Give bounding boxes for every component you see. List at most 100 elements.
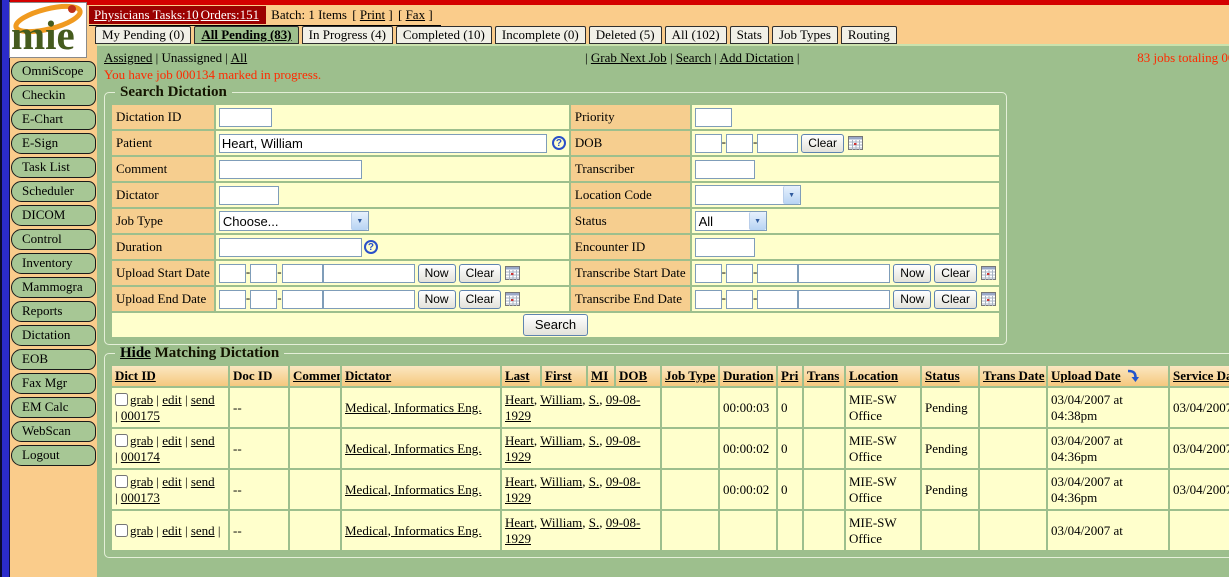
edit-link[interactable]: edit [162,433,182,448]
sort-link-pri[interactable]: Pri [781,368,798,383]
sidebar-item-mammogra[interactable]: Mammogra [11,277,96,298]
tab-job-types[interactable]: Job Types [772,26,838,44]
sidebar-item-e-chart[interactable]: E-Chart [11,109,96,130]
sort-link-duration[interactable]: Duration [723,368,774,383]
upload-end-day-input[interactable] [250,290,277,309]
sidebar-item-webscan[interactable]: WebScan [11,421,96,442]
send-link[interactable]: send [191,433,215,448]
patient-mi-link[interactable]: S. [589,474,599,489]
sort-link-last[interactable]: Last [505,368,530,383]
transcriber-input[interactable] [695,160,755,179]
calendar-icon[interactable] [848,136,863,150]
dictator-link[interactable]: Medical, Informatics Eng. [345,400,481,415]
transcribe-end-day-input[interactable] [726,290,753,309]
sort-link-dob[interactable]: DOB [619,368,647,383]
sort-link-comment[interactable]: Comment [293,368,340,383]
upload-start-now-button[interactable]: Now [418,264,456,283]
dob-year-input[interactable] [757,134,798,153]
sidebar-item-dicom[interactable]: DICOM [11,205,96,226]
grab-link[interactable]: grab [130,523,153,538]
help-icon[interactable]: ? [552,136,566,150]
fax-link[interactable]: Fax [406,7,426,22]
dictation-id-input[interactable] [219,108,272,127]
patient-mi-link[interactable]: S. [589,515,599,530]
row-checkbox[interactable] [115,524,128,537]
send-link[interactable]: send [191,523,215,538]
dictator-link[interactable]: Medical, Informatics Eng. [345,523,481,538]
transcribe-end-year-input[interactable] [757,290,798,309]
sidebar-item-checkin[interactable]: Checkin [11,85,96,106]
patient-last-link[interactable]: Heart [505,433,534,448]
sidebar-item-logout[interactable]: Logout [11,445,96,466]
duration-input[interactable] [219,238,362,257]
dictator-link[interactable]: Medical, Informatics Eng. [345,441,481,456]
sort-link-upload-date[interactable]: Upload Date [1051,368,1121,383]
dict-id-link[interactable]: 000175 [121,408,160,423]
transcribe-end-time-input[interactable] [798,290,890,309]
tab-deleted-5[interactable]: Deleted (5) [589,26,662,44]
tab-routing[interactable]: Routing [841,26,897,44]
patient-first-link[interactable]: William [540,392,582,407]
sort-link-service-date[interactable]: Service Date [1173,368,1229,383]
dictator-link[interactable]: Medical, Informatics Eng. [345,482,481,497]
sort-link-trans-date[interactable]: Trans Date [983,368,1045,383]
sidebar-item-e-sign[interactable]: E-Sign [11,133,96,154]
location-code-select[interactable]: ▼ [695,185,801,205]
row-checkbox[interactable] [115,393,128,406]
patient-first-link[interactable]: William [540,433,582,448]
tab-incomplete-0[interactable]: Incomplete (0) [495,26,586,44]
patient-mi-link[interactable]: S. [589,392,599,407]
upload-end-clear-button[interactable]: Clear [459,290,502,309]
all-link[interactable]: All [231,50,248,65]
sort-link-trans[interactable]: Trans [807,368,839,383]
add-dictation-link[interactable]: Add Dictation [720,50,794,65]
sidebar-item-inventory[interactable]: Inventory [11,253,96,274]
transcribe-end-month-input[interactable] [695,290,722,309]
upload-start-clear-button[interactable]: Clear [459,264,502,283]
transcribe-start-clear-button[interactable]: Clear [934,264,977,283]
help-icon[interactable]: ? [364,240,378,254]
dictator-input[interactable] [219,186,279,205]
transcribe-start-month-input[interactable] [695,264,722,283]
edit-link[interactable]: edit [162,523,182,538]
grab-link[interactable]: grab [130,392,153,407]
priority-input[interactable] [695,108,732,127]
transcribe-start-day-input[interactable] [726,264,753,283]
job-type-select[interactable]: Choose...▼ [219,211,369,231]
status-select[interactable]: All▼ [695,211,767,231]
sidebar-item-fax-mgr[interactable]: Fax Mgr [11,373,96,394]
transcribe-start-now-button[interactable]: Now [893,264,931,283]
patient-last-link[interactable]: Heart [505,474,534,489]
sidebar-item-omniscope[interactable]: OmniScope [11,61,96,82]
hide-results-link[interactable]: Hide [120,345,151,361]
encounter-id-input[interactable] [695,238,755,257]
sidebar-item-control[interactable]: Control [11,229,96,250]
tab-in-progress-4[interactable]: In Progress (4) [302,26,393,44]
sidebar-item-dictation[interactable]: Dictation [11,325,96,346]
sidebar-item-task-list[interactable]: Task List [11,157,96,178]
calendar-icon[interactable] [981,292,996,306]
grab-link[interactable]: grab [130,433,153,448]
dict-id-link[interactable]: 000173 [121,490,160,505]
patient-first-link[interactable]: William [540,515,582,530]
patient-last-link[interactable]: Heart [505,392,534,407]
assigned-link[interactable]: Assigned [104,50,152,65]
sort-link-location[interactable]: Location [849,368,898,383]
tab-my-pending-0[interactable]: My Pending (0) [95,26,191,44]
dob-day-input[interactable] [726,134,753,153]
dob-month-input[interactable] [695,134,722,153]
upload-end-month-input[interactable] [219,290,246,309]
tab-all-102[interactable]: All (102) [665,26,727,44]
transcribe-end-now-button[interactable]: Now [893,290,931,309]
sort-link-first[interactable]: First [545,368,572,383]
sort-link-dict-id[interactable]: Dict ID [115,368,156,383]
sort-link-job-type[interactable]: Job Type [665,368,715,383]
transcribe-end-clear-button[interactable]: Clear [934,290,977,309]
upload-start-year-input[interactable] [282,264,323,283]
calendar-icon[interactable] [981,266,996,280]
dict-id-link[interactable]: 000174 [121,449,160,464]
calendar-icon[interactable] [505,292,520,306]
upload-end-year-input[interactable] [282,290,323,309]
edit-link[interactable]: edit [162,474,182,489]
send-link[interactable]: send [191,392,215,407]
